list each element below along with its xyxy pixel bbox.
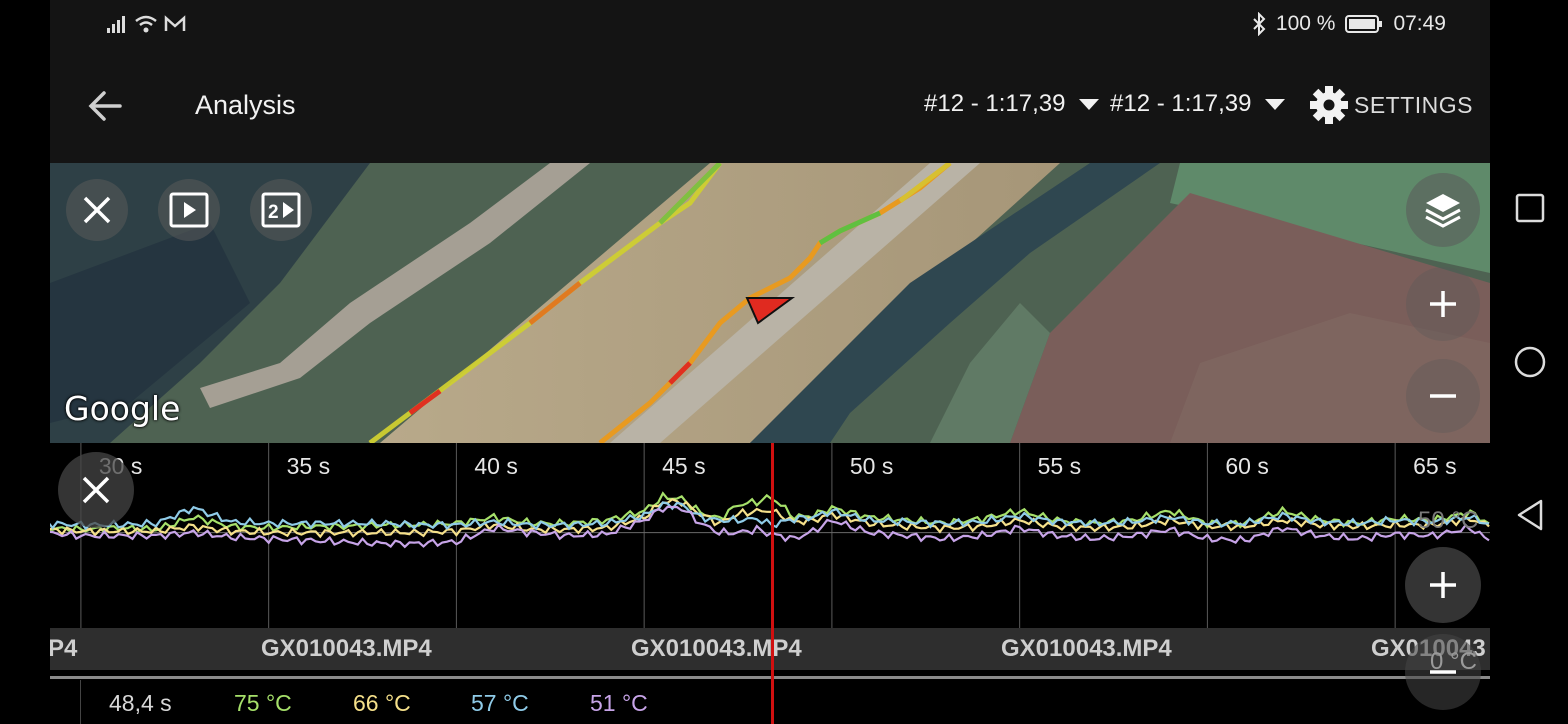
x-tick-label: 55 s [1037, 453, 1082, 479]
map-zoom-out-button[interactable] [1406, 359, 1480, 433]
close-icon [82, 476, 110, 504]
readout-series-1: 75 °C [234, 690, 292, 716]
svg-text:2: 2 [268, 202, 279, 223]
lap-b-label: #12 - 1:17,39 [1110, 90, 1252, 117]
file-label: GX010043.MP4 [1001, 635, 1172, 662]
readout-series-2: 66 °C [353, 690, 411, 716]
back-arrow-icon[interactable] [86, 86, 126, 126]
dual-video-button[interactable]: 2 [250, 179, 312, 241]
recent-apps-icon[interactable] [1515, 193, 1545, 223]
play-video-icon [169, 192, 209, 228]
chart-zoom-in-button[interactable] [1405, 547, 1481, 623]
bluetooth-icon [1253, 12, 1266, 36]
divider [80, 680, 81, 724]
lap-b-dropdown[interactable]: #12 - 1:17,39 [1110, 90, 1286, 118]
home-icon[interactable] [1513, 345, 1547, 379]
faded-scale-label: 50 °C [1418, 507, 1479, 534]
signal-icon [107, 16, 125, 33]
settings-label: SETTINGS [1353, 91, 1473, 118]
dual-video-icon: 2 [261, 192, 301, 228]
readout-time: 48,4 s [109, 690, 172, 716]
chevron-down-icon [1079, 98, 1100, 110]
battery-percent: 100 % [1275, 12, 1336, 35]
scale-label: 0 °C [1430, 648, 1477, 675]
zoom-out-icon [1430, 394, 1456, 398]
status-icons-right: 100 % 07:49 [1252, 12, 1446, 36]
gear-icon [1309, 86, 1348, 124]
wifi-icon [135, 15, 157, 33]
readout-series-4: 51 °C [590, 690, 648, 716]
status-icons-left [106, 14, 186, 34]
x-tick-label: 35 s [286, 453, 331, 479]
satellite-map[interactable]: 2 Google [50, 163, 1490, 443]
file-label: GX010043.MP4 [631, 635, 802, 662]
page-title: Analysis [195, 90, 296, 120]
lap-a-label: #12 - 1:17,39 [924, 90, 1066, 117]
x-tick-label: 40 s [474, 453, 518, 479]
google-attribution: Google [64, 389, 181, 428]
map-layers-button[interactable] [1406, 173, 1480, 247]
time-cursor[interactable] [770, 443, 774, 724]
readout-series-3: 57 °C [471, 690, 529, 716]
back-icon[interactable] [1515, 498, 1545, 532]
mail-icon [164, 15, 186, 31]
system-nav-bar [1490, 0, 1568, 724]
app-screen: 100 % 07:49 Analysis #12 - 1:17,39 #12 -… [50, 0, 1490, 724]
close-chart-button[interactable] [58, 452, 134, 528]
zoom-in-icon [1430, 572, 1456, 598]
status-bar: 100 % 07:49 [50, 0, 1490, 52]
zoom-in-icon [1430, 291, 1456, 317]
chevron-down-icon [1265, 98, 1286, 110]
close-icon [83, 196, 111, 224]
clock: 07:49 [1393, 12, 1446, 35]
file-label: GX010043.MP4 [261, 635, 432, 662]
x-tick-label: 65 s [1413, 453, 1457, 479]
app-bar: Analysis #12 - 1:17,39 #12 - 1:17,39 SET… [50, 52, 1490, 163]
x-tick-label: 50 s [849, 453, 894, 479]
file-label: P4 [50, 635, 78, 662]
x-tick-label: 60 s [1225, 453, 1269, 479]
settings-button[interactable]: SETTINGS [1308, 84, 1473, 126]
close-map-button[interactable] [66, 179, 128, 241]
battery-icon [1345, 15, 1383, 33]
x-tick-label: 45 s [662, 453, 706, 479]
lap-a-dropdown[interactable]: #12 - 1:17,39 [924, 90, 1100, 118]
play-video-button[interactable] [158, 179, 220, 241]
layers-icon [1425, 194, 1461, 228]
map-zoom-in-button[interactable] [1406, 267, 1480, 341]
